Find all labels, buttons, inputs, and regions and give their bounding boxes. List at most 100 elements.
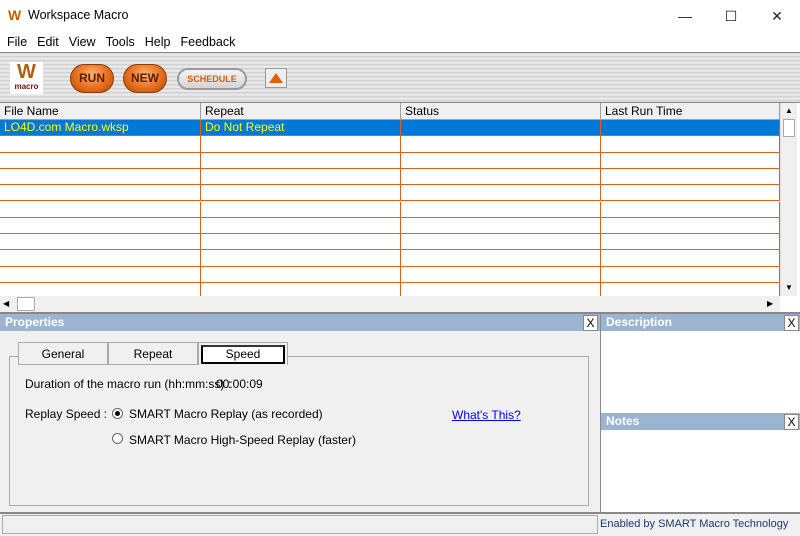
duration-value: 00:00:09 xyxy=(216,377,263,391)
notes-close-button[interactable]: X xyxy=(784,414,799,430)
run-button[interactable]: RUN xyxy=(70,64,114,93)
menu-help[interactable]: Help xyxy=(145,32,171,52)
close-button[interactable]: ✕ xyxy=(754,0,800,32)
whats-this-link[interactable]: What's This? xyxy=(452,408,521,422)
table-row[interactable] xyxy=(0,234,780,251)
cell-last-run xyxy=(601,152,780,168)
cell-repeat xyxy=(201,168,401,185)
cell-file xyxy=(0,185,201,201)
tab-repeat[interactable]: Repeat xyxy=(108,342,198,365)
schedule-button[interactable]: SCHEDULE xyxy=(177,68,247,90)
side-panels: Description X Notes X xyxy=(600,312,800,512)
tab-speed[interactable]: Speed xyxy=(201,345,285,364)
notes-title: Notes xyxy=(601,413,800,430)
cell-status xyxy=(401,266,601,282)
cell-file xyxy=(0,152,201,168)
column-header-status[interactable]: Status xyxy=(401,103,601,120)
hscroll-thumb[interactable] xyxy=(17,297,35,311)
status-text: Enabled by SMART Macro Technology xyxy=(600,518,789,530)
cell-file xyxy=(0,266,201,282)
replay-speed-label: Replay Speed : xyxy=(25,407,108,421)
properties-close-button[interactable]: X xyxy=(583,315,598,331)
cell-repeat xyxy=(201,250,401,266)
cell-last-run xyxy=(601,185,780,201)
cell-file xyxy=(0,217,201,234)
cell-repeat xyxy=(201,201,401,217)
new-button[interactable]: NEW xyxy=(123,64,167,93)
description-close-button[interactable]: X xyxy=(784,315,799,331)
table-row[interactable] xyxy=(0,136,780,153)
tab-general[interactable]: General xyxy=(18,342,108,365)
status-bar: Enabled by SMART Macro Technology xyxy=(0,512,800,536)
description-title: Description xyxy=(601,314,800,331)
vertical-scrollbar[interactable]: ▲ ▼ xyxy=(780,103,797,296)
cell-status xyxy=(401,217,601,234)
option-high-speed-label[interactable]: SMART Macro High-Speed Replay (faster) xyxy=(129,433,356,447)
table-row[interactable] xyxy=(0,168,780,186)
menu-view[interactable]: View xyxy=(69,32,96,52)
properties-panel: Properties X General Repeat Speed Durati… xyxy=(0,312,600,512)
cell-last-run xyxy=(601,266,780,282)
duration-label: Duration of the macro run (hh:mm:ss) : xyxy=(25,377,232,391)
cell-file xyxy=(0,136,201,152)
cell-status xyxy=(401,250,601,266)
cell-last-run xyxy=(601,234,780,250)
cell-file xyxy=(0,168,201,185)
scroll-left-icon[interactable]: ◀ xyxy=(3,296,9,312)
cell-repeat xyxy=(201,136,401,152)
window-title: Workspace Macro xyxy=(28,8,129,22)
cell-last-run xyxy=(601,168,780,185)
collapse-button[interactable] xyxy=(265,68,287,88)
scroll-up-icon[interactable]: ▲ xyxy=(781,103,797,119)
cell-status xyxy=(401,152,601,168)
cell-last-run xyxy=(601,201,780,217)
scroll-thumb[interactable] xyxy=(783,119,795,137)
cell-repeat xyxy=(201,152,401,168)
cell-repeat xyxy=(201,234,401,250)
cell-last-run xyxy=(601,136,780,152)
menu-edit[interactable]: Edit xyxy=(37,32,59,52)
horizontal-scrollbar[interactable]: ◀ ▶ xyxy=(0,296,780,312)
scroll-right-icon[interactable]: ▶ xyxy=(767,296,773,312)
cell-file: LO4D.com Macro.wksp xyxy=(0,120,201,136)
table-row[interactable]: LO4D.com Macro.wksp Do Not Repeat xyxy=(0,120,780,137)
table-row[interactable] xyxy=(0,152,780,169)
scroll-down-icon[interactable]: ▼ xyxy=(781,280,797,296)
cell-status xyxy=(401,120,601,136)
option-as-recorded-label[interactable]: SMART Macro Replay (as recorded) xyxy=(129,407,323,421)
triangle-up-icon xyxy=(269,73,283,83)
cell-status xyxy=(401,234,601,250)
radio-as-recorded[interactable] xyxy=(112,408,123,419)
macro-list: File Name Repeat Status Last Run Time LO… xyxy=(0,102,800,312)
menu-bar: File Edit View Tools Help Feedback xyxy=(0,32,800,52)
menu-file[interactable]: File xyxy=(7,32,27,52)
cell-repeat xyxy=(201,217,401,234)
toolbar: W macro RUN NEW SCHEDULE xyxy=(0,52,800,102)
column-header-file-name[interactable]: File Name xyxy=(0,103,201,120)
radio-high-speed[interactable] xyxy=(112,433,123,444)
column-header-last-run[interactable]: Last Run Time xyxy=(601,103,780,120)
minimize-button[interactable]: — xyxy=(662,0,708,32)
table-row[interactable] xyxy=(0,201,780,218)
cell-repeat xyxy=(201,266,401,282)
cell-file xyxy=(0,250,201,266)
maximize-button[interactable]: ☐ xyxy=(708,0,754,32)
cell-last-run xyxy=(601,120,780,136)
menu-tools[interactable]: Tools xyxy=(106,32,135,52)
cell-repeat xyxy=(201,185,401,201)
title-bar: W Workspace Macro — ☐ ✕ xyxy=(0,0,800,32)
cell-status xyxy=(401,136,601,152)
status-pane xyxy=(2,515,598,534)
table-row[interactable] xyxy=(0,185,780,202)
table-row[interactable] xyxy=(0,266,780,283)
cell-status xyxy=(401,185,601,201)
column-header-repeat[interactable]: Repeat xyxy=(201,103,401,120)
cell-status xyxy=(401,168,601,185)
cell-last-run xyxy=(601,250,780,266)
app-logo-icon: W xyxy=(8,7,22,23)
macro-logo: W macro xyxy=(10,62,43,94)
menu-feedback[interactable]: Feedback xyxy=(180,32,235,52)
table-row[interactable] xyxy=(0,217,780,235)
cell-last-run xyxy=(601,217,780,234)
table-row[interactable] xyxy=(0,250,780,267)
